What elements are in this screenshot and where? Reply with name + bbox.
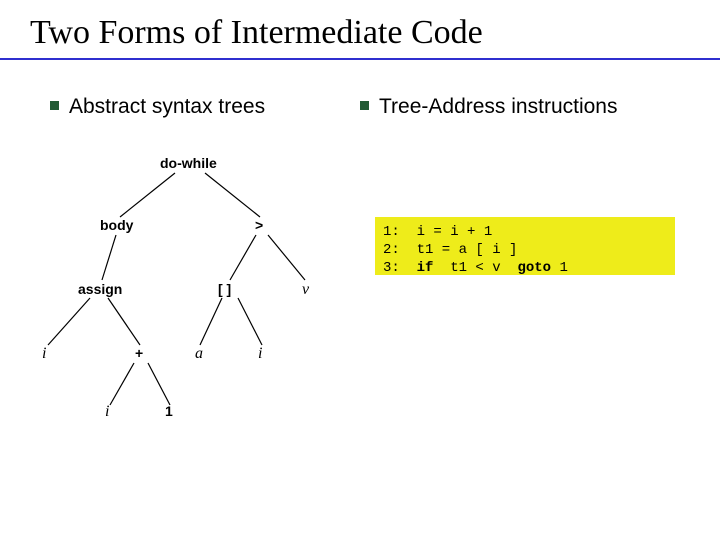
- node-body: body: [100, 217, 133, 233]
- page-title: Two Forms of Intermediate Code: [0, 0, 720, 52]
- code-goto: goto: [517, 260, 551, 276]
- node-v: v: [302, 281, 309, 299]
- bullet-icon: [50, 101, 59, 110]
- node-a: a: [195, 345, 203, 363]
- node-i3: i: [105, 403, 109, 421]
- right-heading-text: Tree-Address instructions: [379, 95, 617, 118]
- node-one: 1: [165, 403, 173, 419]
- node-plus: +: [135, 345, 143, 361]
- title-underline: [0, 58, 720, 60]
- left-heading-text: Abstract syntax trees: [69, 95, 265, 118]
- code-box: 1: i = i + 1 2: t1 = a [ i ] 3: if t1 < …: [375, 217, 675, 275]
- code-line-3e: 1: [551, 260, 568, 276]
- code-line-2: 2: t1 = a [ i ]: [383, 242, 517, 258]
- code-line-3c: t1 < v: [433, 260, 517, 276]
- code-line-3a: 3:: [383, 260, 417, 276]
- left-heading: Abstract syntax trees: [50, 95, 265, 119]
- node-i2: i: [258, 345, 262, 363]
- syntax-tree: do-while body > assign [ ] v i + a i i 1: [30, 145, 350, 515]
- code-if: if: [417, 260, 434, 276]
- node-do-while: do-while: [160, 155, 217, 171]
- bullet-icon: [360, 101, 369, 110]
- node-i1: i: [42, 345, 46, 363]
- node-bracket: [ ]: [218, 281, 231, 297]
- tree-edges: [30, 145, 350, 515]
- node-assign: assign: [78, 281, 122, 297]
- right-heading: Tree-Address instructions: [360, 95, 617, 119]
- code-line-1: 1: i = i + 1: [383, 224, 492, 240]
- node-gt: >: [255, 217, 263, 233]
